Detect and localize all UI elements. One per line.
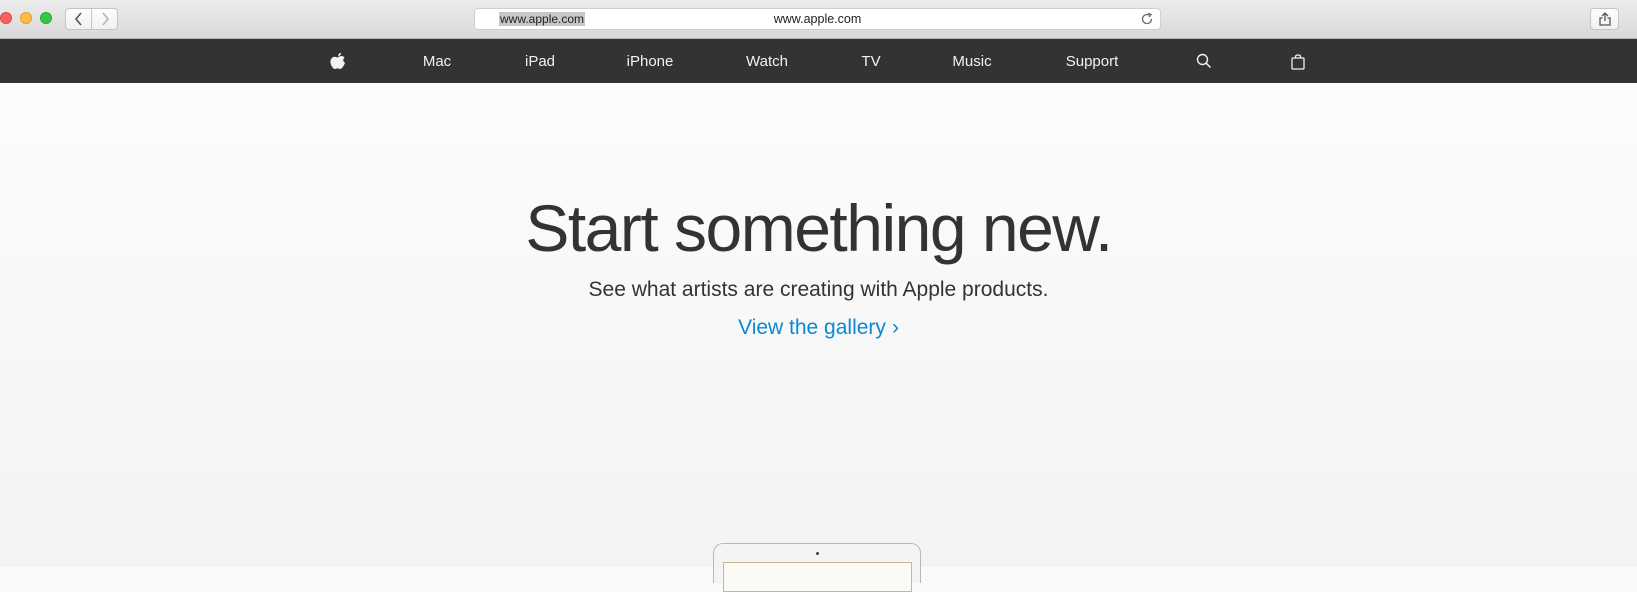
bag-icon [1291,53,1305,70]
url-display-text: www.apple.com [773,12,862,26]
hero-section: Start something new. See what artists ar… [0,83,1637,592]
hero-headline: Start something new. [525,191,1113,265]
apple-logo-link[interactable] [330,39,346,83]
nav-item-iphone[interactable]: iPhone [627,39,674,83]
search-button[interactable] [1196,39,1212,83]
close-window-button[interactable] [0,12,12,24]
ipad-image [713,543,921,592]
view-gallery-label: View the gallery [738,316,886,339]
zoom-window-button[interactable] [40,12,52,24]
bag-button[interactable] [1291,39,1305,83]
reload-icon[interactable] [1140,12,1154,26]
nav-item-support[interactable]: Support [1066,39,1119,83]
chevron-right-icon [101,12,109,26]
chevron-left-icon [74,12,82,26]
share-button[interactable] [1590,8,1619,30]
minimize-window-button[interactable] [20,12,32,24]
forward-button[interactable] [91,9,117,29]
chevron-right-icon: › [891,316,899,339]
nav-item-mac[interactable]: Mac [423,39,451,83]
nav-item-ipad[interactable]: iPad [525,39,555,83]
nav-item-watch[interactable]: Watch [746,39,788,83]
nav-item-tv[interactable]: TV [861,39,880,83]
history-nav [65,8,118,30]
share-icon [1598,12,1611,26]
browser-toolbar: www.apple.com www.apple.com [0,0,1637,39]
hero-subhead: See what artists are creating with Apple… [588,278,1049,301]
apple-logo-icon [330,52,345,69]
address-bar[interactable]: www.apple.com www.apple.com [474,8,1161,30]
view-gallery-link[interactable]: View the gallery › [0,315,1637,341]
nav-item-music[interactable]: Music [952,39,991,83]
back-button[interactable] [66,9,91,29]
global-nav: Mac iPad iPhone Watch TV Music Support [0,39,1637,83]
ipad-camera [816,552,819,555]
search-icon [1196,53,1212,69]
